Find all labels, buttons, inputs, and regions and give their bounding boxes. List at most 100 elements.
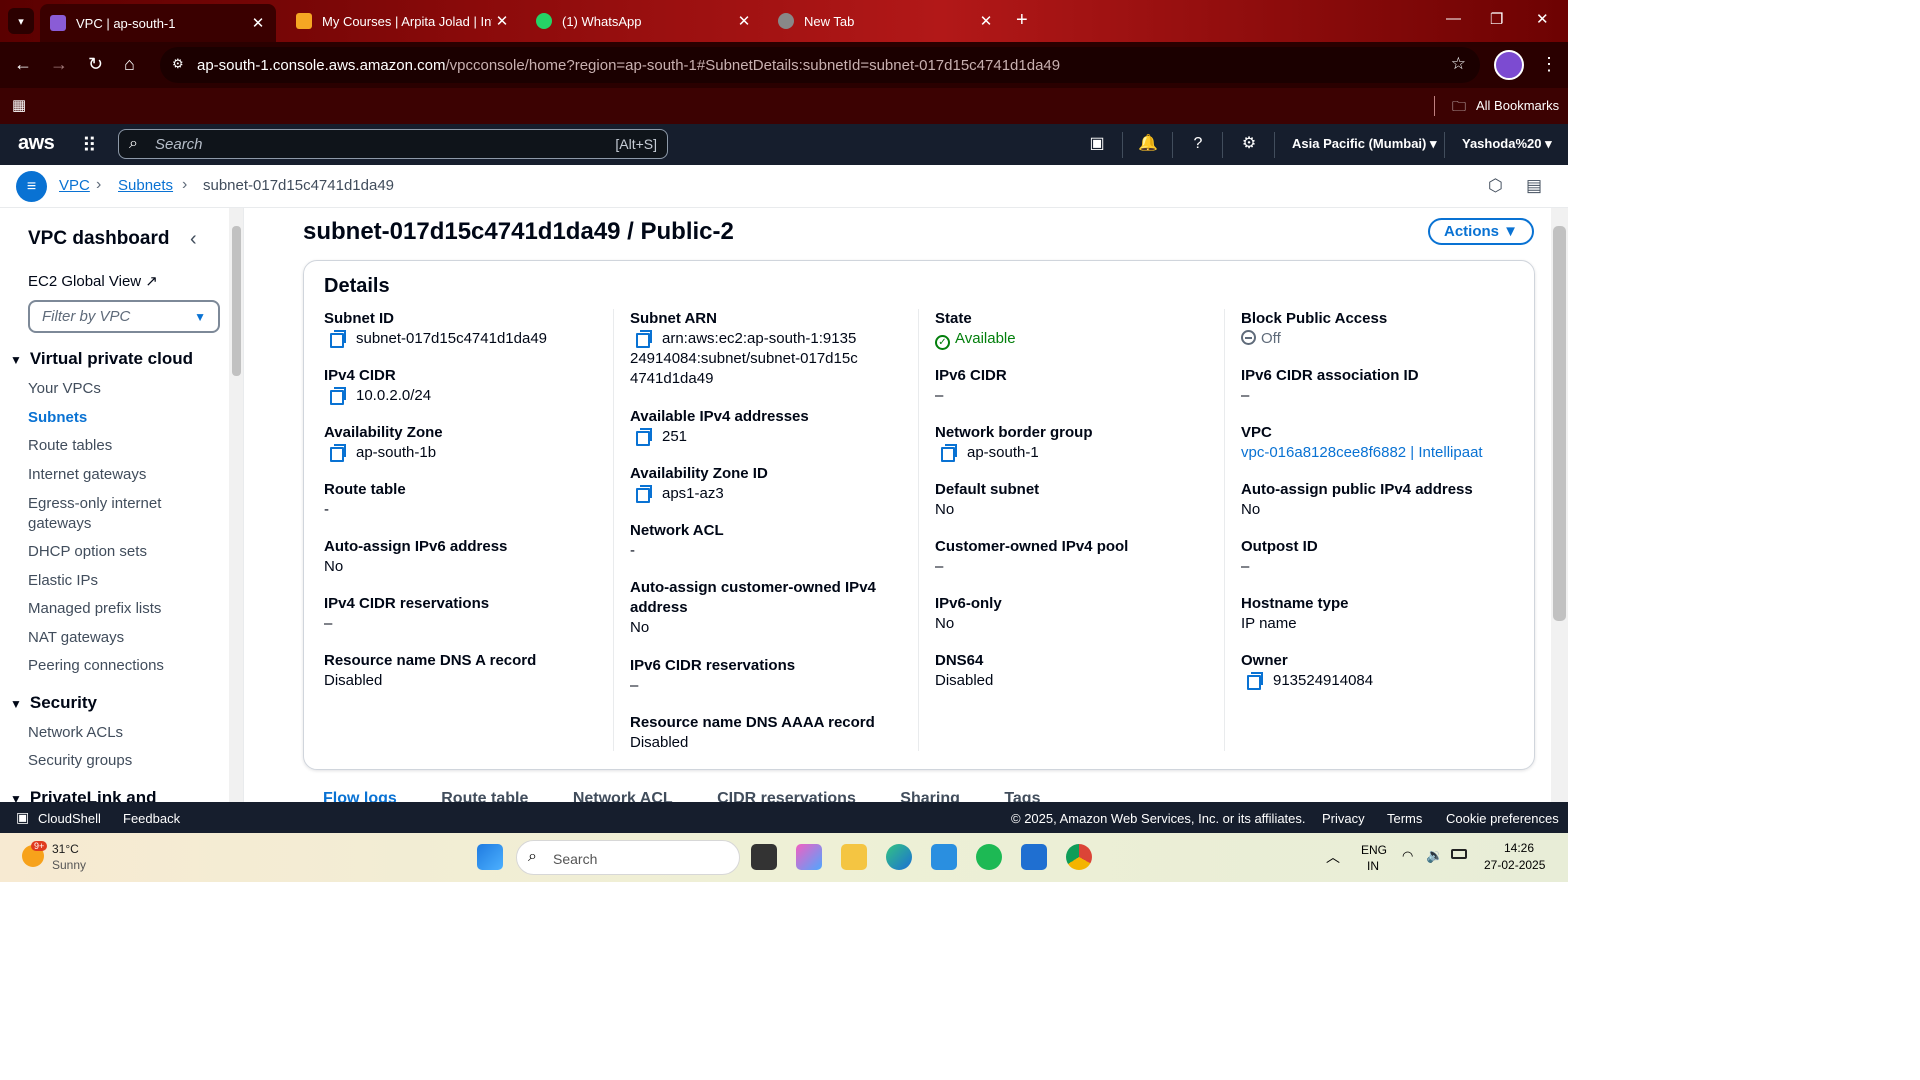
copy-icon[interactable] [330, 444, 346, 462]
cloudshell-icon[interactable]: ▣ [1087, 134, 1107, 154]
copy-icon[interactable] [636, 428, 652, 446]
tab-cidr-reservations[interactable]: CIDR reservations [717, 790, 856, 802]
feedback-link[interactable]: Feedback [123, 811, 180, 826]
cookie-preferences-link[interactable]: Cookie preferences [1446, 811, 1559, 826]
services-grid-icon[interactable]: ⠿ [82, 133, 97, 158]
tab-network-acl[interactable]: Network ACL [573, 790, 673, 802]
file-explorer-icon[interactable] [841, 844, 867, 870]
close-tab-icon[interactable]: ✕ [734, 12, 754, 30]
language-code[interactable]: ENG [1361, 843, 1387, 857]
aws-search-input[interactable] [155, 134, 575, 154]
home-icon[interactable]: ⌂ [124, 54, 135, 75]
sidebar-item-subnets[interactable]: Subnets [28, 409, 87, 426]
browser-tab-whatsapp[interactable]: (1) WhatsApp ✕ [526, 6, 762, 36]
minimize-icon[interactable]: — [1446, 10, 1461, 27]
scrollbar-thumb[interactable] [1553, 226, 1566, 621]
region-selector[interactable]: Asia Pacific (Mumbai) ▾ [1292, 136, 1437, 152]
help-icon[interactable]: ? [1188, 134, 1208, 154]
site-info-icon[interactable]: ⚙ [172, 56, 184, 72]
copilot-icon[interactable] [796, 844, 822, 870]
spotify-icon[interactable] [976, 844, 1002, 870]
navigation-menu-icon[interactable]: ≡ [16, 171, 47, 202]
notifications-bell-icon[interactable]: 🔔 [1138, 134, 1158, 154]
cloudshell-footer-icon[interactable]: ▣ [16, 809, 29, 826]
copy-icon[interactable] [636, 485, 652, 503]
tab-tags[interactable]: Tags [1004, 790, 1040, 802]
forward-arrow-icon[interactable]: → [50, 54, 68, 75]
cloudshell-link[interactable]: CloudShell [38, 811, 101, 826]
sidebar-section-privatelink[interactable]: ▼ PrivateLink and [10, 788, 157, 802]
chrome-icon[interactable] [1066, 844, 1092, 870]
copy-icon[interactable] [330, 387, 346, 405]
account-menu[interactable]: Yashoda%20 ▾ [1462, 136, 1552, 152]
sidebar-item-peering-connections[interactable]: Peering connections [28, 657, 164, 674]
browser-tab-newtab[interactable]: New Tab ✕ [768, 6, 1004, 36]
copy-icon[interactable] [1247, 672, 1263, 690]
breadcrumb-subnets[interactable]: Subnets [118, 177, 173, 194]
sidebar-section-vpc[interactable]: ▼ Virtual private cloud [10, 349, 193, 369]
sidebar-title[interactable]: VPC dashboard [28, 228, 169, 250]
copy-icon[interactable] [636, 330, 652, 348]
close-window-icon[interactable]: ✕ [1536, 10, 1549, 28]
info-panel-icon[interactable]: ⬡ [1488, 176, 1503, 196]
actions-button[interactable]: Actions ▼ [1428, 218, 1534, 245]
edge-browser-icon[interactable] [886, 844, 912, 870]
tab-sharing[interactable]: Sharing [900, 790, 960, 802]
browser-menu-icon[interactable]: ⋮ [1540, 54, 1558, 75]
tab-search-button[interactable]: ▾ [8, 8, 34, 34]
restore-icon[interactable]: ❐ [1490, 10, 1503, 28]
sidebar-item-egress-only-gateways[interactable]: Egress-only internet gateways [28, 494, 188, 534]
apps-grid-icon[interactable]: ▦ [12, 96, 26, 114]
vscode-icon[interactable] [931, 844, 957, 870]
copy-icon[interactable] [941, 444, 957, 462]
bookmark-star-icon[interactable]: ☆ [1451, 54, 1466, 74]
aws-logo[interactable]: aws [18, 132, 55, 155]
browser-tab-vpc[interactable]: VPC | ap-south-1 ✕ [40, 4, 276, 42]
breadcrumb-vpc[interactable]: VPC [59, 177, 90, 194]
vpc-link[interactable]: vpc-016a8128cee8f6882 | Intellipaat [1241, 443, 1531, 463]
sidebar-section-security[interactable]: ▼ Security [10, 693, 97, 713]
sidebar-item-ec2-global-view[interactable]: EC2 Global View ↗ [28, 272, 158, 290]
tab-flow-logs[interactable]: Flow logs [323, 790, 397, 802]
browser-tab-courses[interactable]: My Courses | Arpita Jolad | Intel ✕ [286, 6, 520, 36]
aws-search-box[interactable]: ⌕ [Alt+S] [118, 129, 668, 159]
sidebar-item-network-acls[interactable]: Network ACLs [28, 724, 123, 741]
chevron-up-icon[interactable]: ︿ [1326, 847, 1340, 867]
sidebar-item-route-tables[interactable]: Route tables [28, 437, 112, 454]
taskbar-search-box[interactable]: ⌕ Search [516, 840, 740, 875]
microsoft-store-icon[interactable] [1021, 844, 1047, 870]
close-tab-icon[interactable]: ✕ [976, 12, 996, 30]
profile-avatar[interactable] [1494, 50, 1524, 80]
sidebar-item-nat-gateways[interactable]: NAT gateways [28, 629, 124, 646]
sidebar-scrollbar[interactable] [229, 208, 243, 802]
task-view-icon[interactable] [751, 844, 777, 870]
notifications-panel-icon[interactable]: ▤ [1526, 176, 1542, 196]
address-bar[interactable]: ⚙ ap-south-1.console.aws.amazon.com/vpcc… [160, 47, 1480, 83]
terms-link[interactable]: Terms [1387, 811, 1422, 826]
sidebar-item-security-groups[interactable]: Security groups [28, 752, 132, 769]
sidebar-item-elastic-ips[interactable]: Elastic IPs [28, 572, 98, 589]
close-tab-icon[interactable]: ✕ [492, 12, 512, 30]
clock-time[interactable]: 14:26 [1504, 841, 1534, 855]
volume-icon[interactable]: 🔉 [1426, 847, 1443, 864]
reload-icon[interactable]: ↻ [88, 54, 103, 75]
wifi-icon[interactable]: ◠ [1402, 848, 1413, 864]
sidebar-item-dhcp-option-sets[interactable]: DHCP option sets [28, 543, 147, 560]
tab-route-table[interactable]: Route table [441, 790, 528, 802]
privacy-link[interactable]: Privacy [1322, 811, 1365, 826]
close-tab-icon[interactable]: ✕ [248, 14, 268, 32]
back-arrow-icon[interactable]: ← [14, 54, 32, 75]
copy-icon[interactable] [330, 330, 346, 348]
sidebar-item-internet-gateways[interactable]: Internet gateways [28, 466, 146, 483]
battery-icon[interactable] [1451, 849, 1467, 859]
sidebar-item-your-vpcs[interactable]: Your VPCs [28, 380, 101, 397]
collapse-sidebar-icon[interactable]: ‹ [190, 228, 197, 251]
scrollbar-thumb[interactable] [232, 226, 241, 376]
settings-gear-icon[interactable]: ⚙ [1239, 134, 1259, 154]
all-bookmarks-link[interactable]: All Bookmarks [1476, 98, 1559, 113]
windows-start-icon[interactable] [477, 844, 503, 870]
weather-temp[interactable]: 31°C [52, 842, 79, 856]
sidebar-item-managed-prefix-lists[interactable]: Managed prefix lists [28, 600, 161, 617]
main-scrollbar[interactable] [1551, 208, 1568, 802]
filter-by-vpc-select[interactable]: Filter by VPC ▼ [28, 300, 220, 333]
